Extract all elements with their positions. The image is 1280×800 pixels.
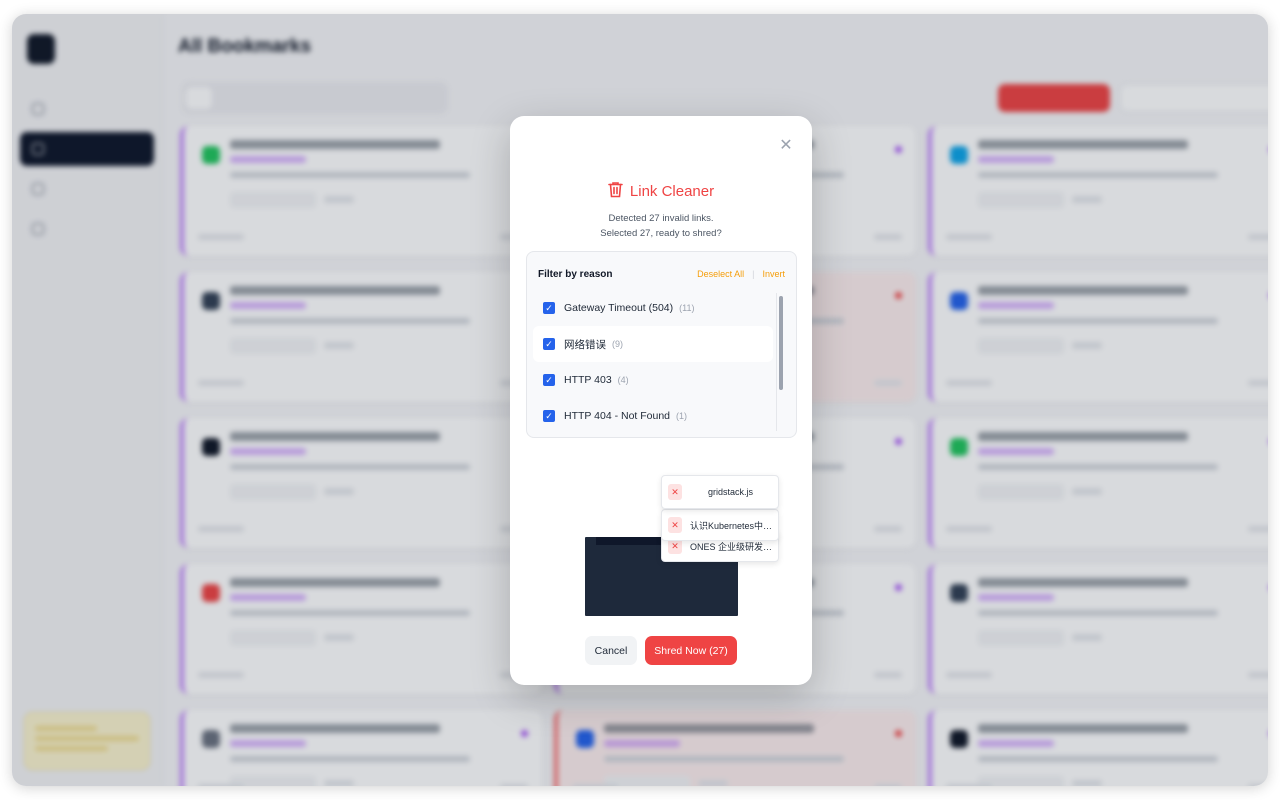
dialog-subtitle: Detected 27 invalid links. Selected 27, …: [510, 211, 812, 241]
invalid-link-icon: ✕: [668, 484, 682, 500]
reason-row[interactable]: ✓ 网络错误 (9): [533, 326, 773, 362]
shred-now-button[interactable]: Shred Now (27): [645, 636, 737, 665]
reason-count: (11): [679, 303, 695, 313]
shred-item-title: 认识Kubernetes中的...: [690, 520, 778, 531]
reason-row[interactable]: ✓ HTTP 403 (4): [533, 362, 773, 398]
shred-item: ✕ 认识Kubernetes中的...: [661, 509, 779, 541]
invalid-link-icon: ✕: [668, 517, 682, 533]
checkbox-checked-icon[interactable]: ✓: [543, 338, 555, 350]
checkbox-checked-icon[interactable]: ✓: [543, 302, 555, 314]
checkbox-checked-icon[interactable]: ✓: [543, 374, 555, 386]
detected-count-text: Detected 27 invalid links.: [608, 213, 714, 224]
shred-item-title: ONES 企业级研发管...: [690, 541, 778, 552]
reason-list-scrollbar[interactable]: [776, 293, 784, 431]
reason-label: HTTP 403: [564, 374, 612, 386]
trash-icon: [608, 181, 623, 202]
app-window: All Bookmarks ✕ Link Cleaner Detected 27…: [12, 14, 1268, 786]
invert-link[interactable]: Invert: [762, 269, 785, 279]
deselect-all-link[interactable]: Deselect All: [697, 269, 744, 279]
reason-count: (1): [676, 411, 688, 421]
close-icon[interactable]: ✕: [778, 138, 794, 154]
checkbox-checked-icon[interactable]: ✓: [543, 410, 555, 422]
dialog-title: Link Cleaner: [510, 181, 812, 202]
reason-label: HTTP 404 - Not Found: [564, 410, 671, 422]
reason-label: 网络错误: [564, 338, 606, 351]
reason-label: Gateway Timeout (504): [564, 302, 674, 314]
shred-item: ✕ gridstack.js: [661, 475, 779, 509]
reason-count: (9): [612, 339, 623, 349]
reason-filter-panel: Filter by reason Deselect All | Invert ✓…: [526, 251, 797, 438]
reason-row[interactable]: ✓ Gateway Timeout (504) (11): [533, 290, 773, 326]
reason-count: (4): [617, 375, 629, 385]
reason-list: ✓ Gateway Timeout (504) (11) ✓ 网络错误 (9) …: [533, 290, 773, 434]
selected-count-text: Selected 27, ready to shred?: [600, 228, 722, 239]
scrollbar-thumb[interactable]: [779, 296, 783, 390]
cancel-button[interactable]: Cancel: [585, 636, 637, 665]
action-separator: |: [752, 269, 755, 279]
reason-row[interactable]: ✓ HTTP 404 - Not Found (1): [533, 398, 773, 434]
shred-item-title: gridstack.js: [708, 487, 754, 497]
filter-actions: Deselect All | Invert: [697, 269, 785, 279]
dialog-title-text: Link Cleaner: [629, 183, 715, 200]
link-cleaner-dialog: ✕ Link Cleaner Detected 27 invalid links…: [510, 116, 812, 685]
filter-heading: Filter by reason: [538, 269, 613, 280]
